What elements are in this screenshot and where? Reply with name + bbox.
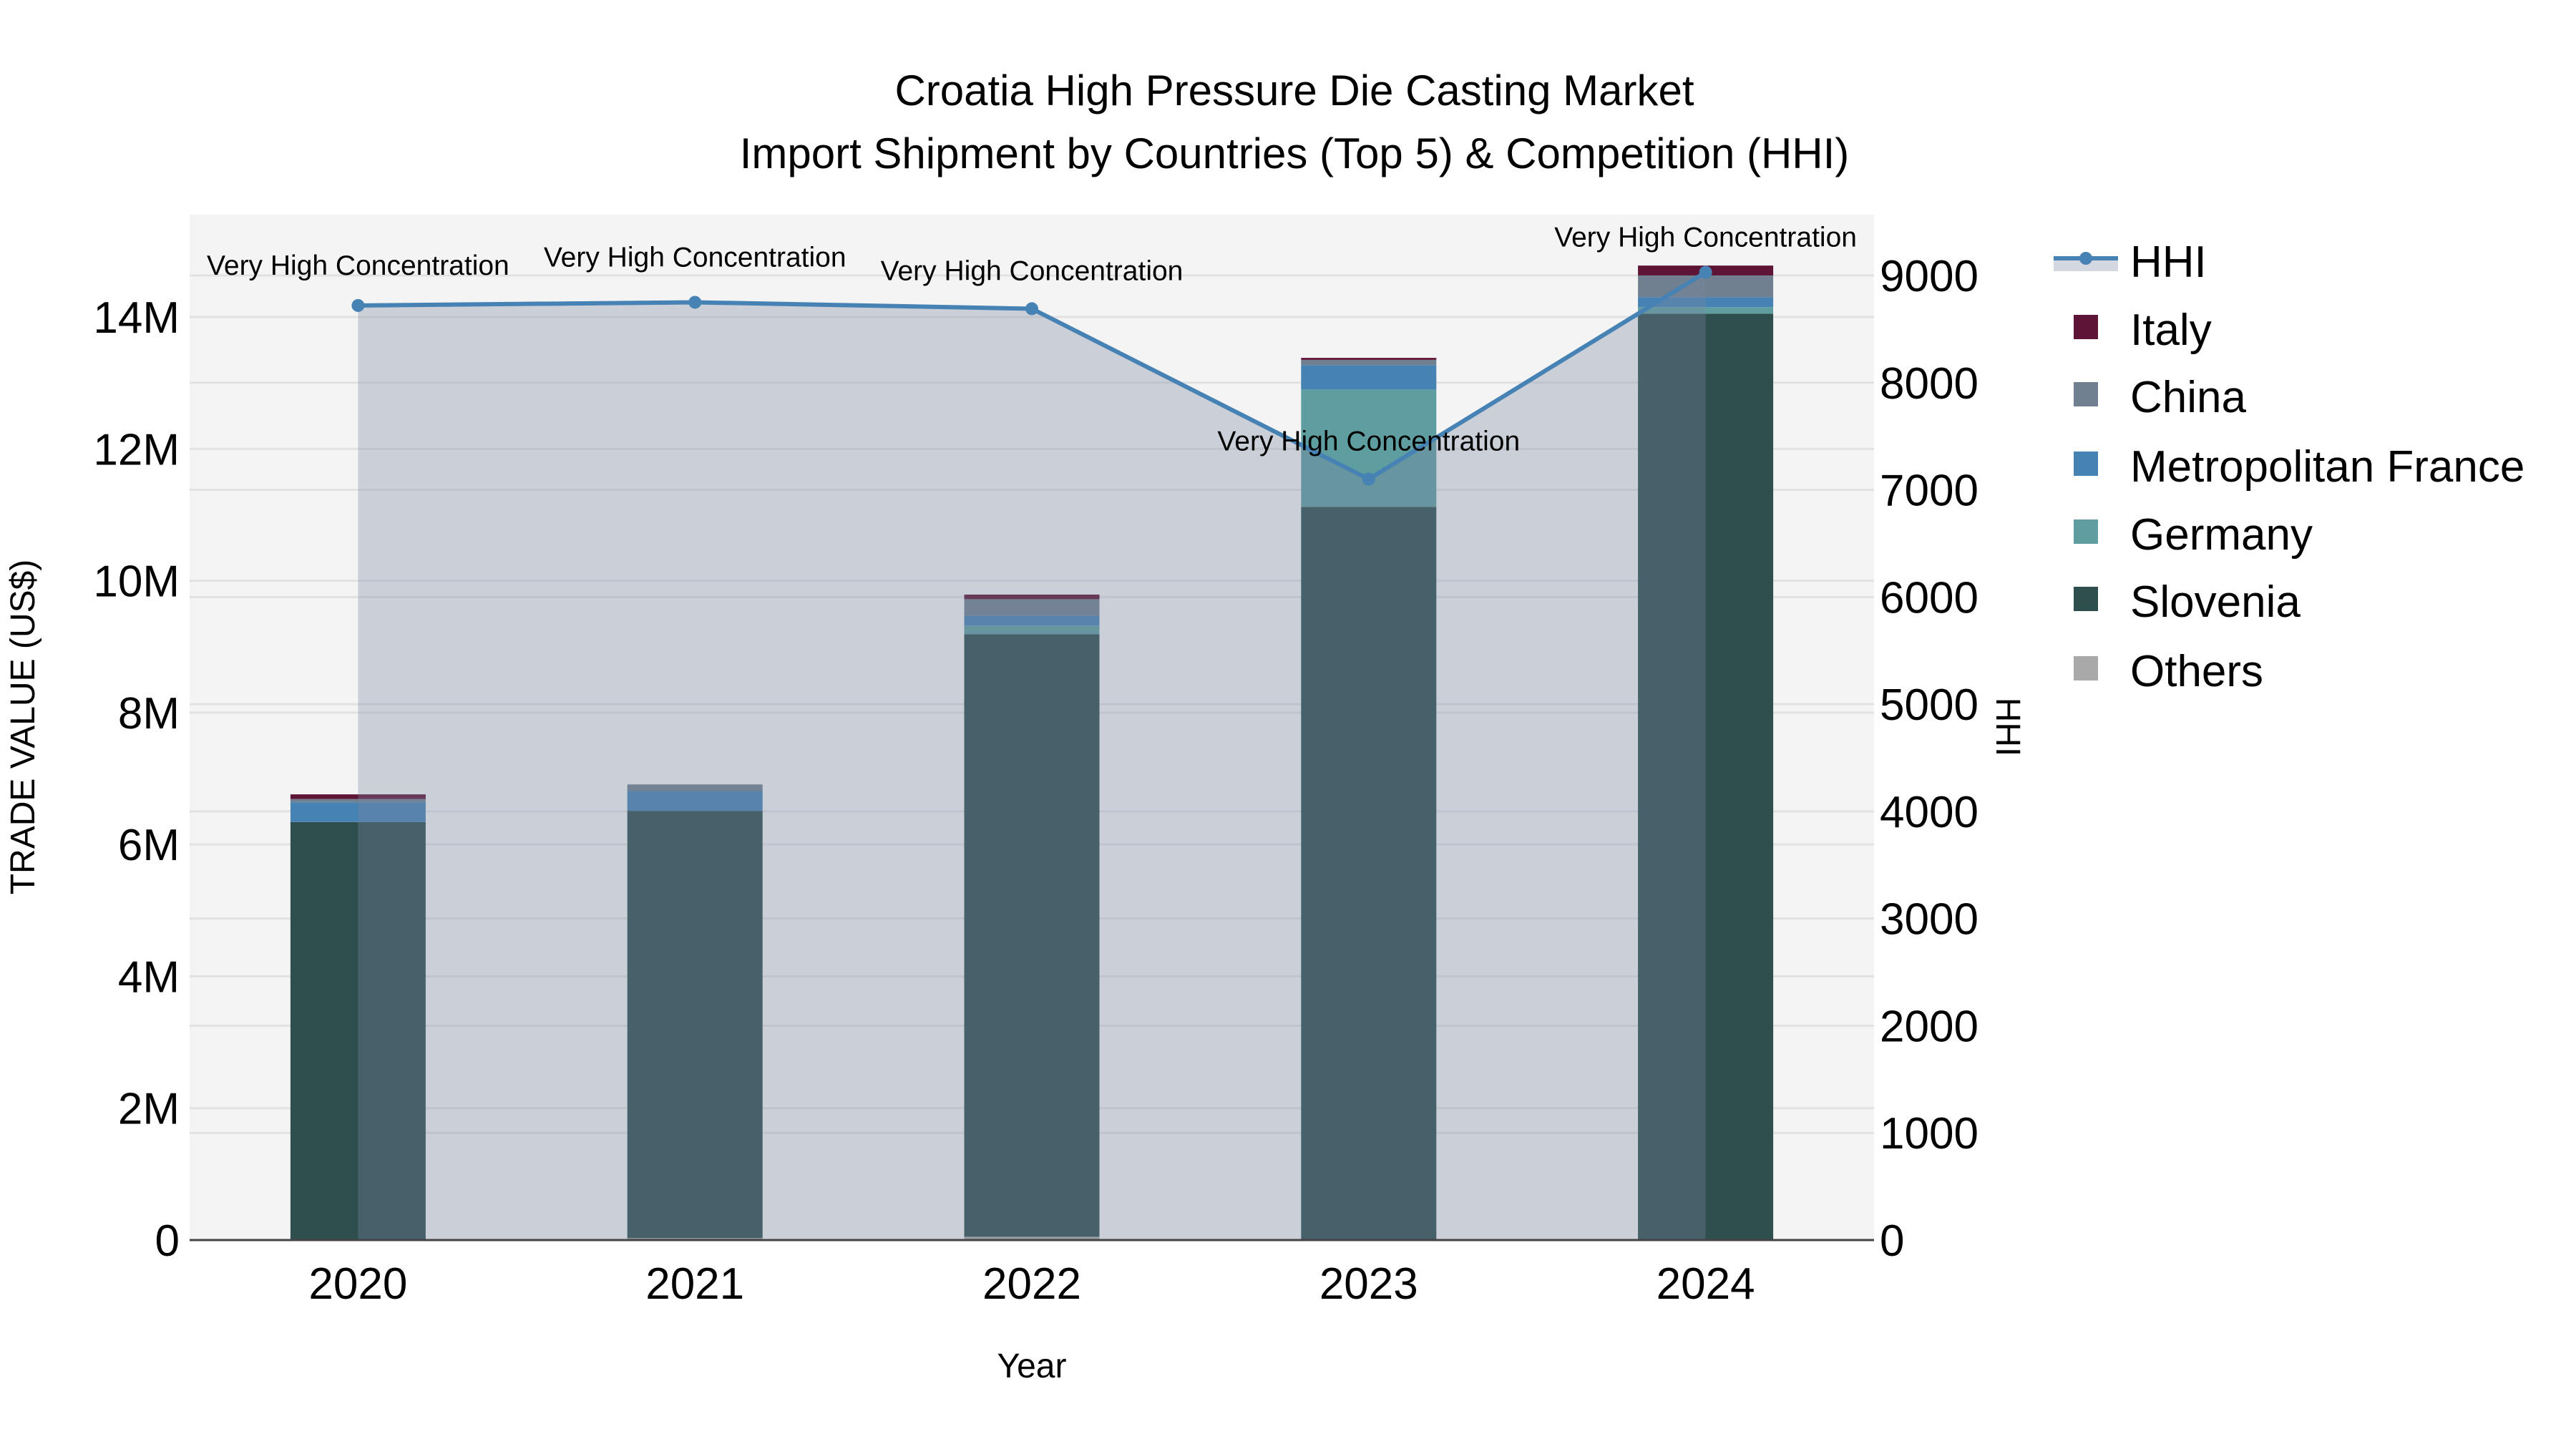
y2-tick-label: 2000 xyxy=(1880,1002,1979,1051)
hhi-point xyxy=(688,296,702,309)
y-tick-label: 10M xyxy=(93,557,180,607)
x-tick-label: 2020 xyxy=(308,1259,407,1309)
chart-subtitle: Import Shipment by Countries (Top 5) & C… xyxy=(740,130,1850,177)
legend-label: Metropolitan France xyxy=(2130,442,2524,492)
legend-item-hhi: HHI xyxy=(2054,238,2207,287)
legend-label: Others xyxy=(2130,647,2263,696)
y2-tick-label: 8000 xyxy=(1880,359,1979,409)
y-tick-label: 2M xyxy=(118,1085,180,1134)
y-tick-label: 8M xyxy=(118,689,180,738)
hhi-annotation: Very High Concentration xyxy=(1217,426,1520,457)
y2-tick-label: 9000 xyxy=(1880,252,1979,301)
legend-label: Slovenia xyxy=(2130,577,2301,627)
y2-tick-label: 5000 xyxy=(1880,680,1979,730)
y2-tick-label: 4000 xyxy=(1880,788,1979,837)
legend-label: Germany xyxy=(2130,510,2313,560)
bar-china-2023 xyxy=(1301,359,1437,366)
y2-tick-label: 1000 xyxy=(1880,1109,1979,1158)
x-tick-label: 2021 xyxy=(645,1259,744,1309)
y-tick-label: 12M xyxy=(93,425,180,474)
legend-swatch xyxy=(2074,587,2098,611)
x-axis-ticks: 2020 2021 2022 2023 2024 xyxy=(308,1259,1755,1309)
y2-axis-ticks: 0 1000 2000 3000 4000 5000 6000 7000 8000 9000 xyxy=(1880,252,1979,1266)
legend-swatch xyxy=(2074,382,2098,406)
legend-label: China xyxy=(2130,373,2247,422)
chart-title: Croatia High Pressure Die Casting Market xyxy=(894,67,1694,114)
y-axis-title: TRADE VALUE (US$) xyxy=(4,560,42,895)
legend-swatch xyxy=(2074,656,2098,680)
y2-axis-title: HHI xyxy=(1989,698,2026,757)
x-axis-title: Year xyxy=(997,1347,1067,1385)
x-tick-label: 2024 xyxy=(1657,1259,1755,1309)
hhi-point xyxy=(1699,265,1712,279)
legend-item-metropolitan-france: Metropolitan France xyxy=(2074,442,2524,492)
x-tick-label: 2023 xyxy=(1319,1259,1418,1309)
x-tick-label: 2022 xyxy=(982,1259,1081,1309)
y-tick-label: 0 xyxy=(155,1216,180,1266)
hhi-point xyxy=(1025,302,1038,316)
legend-item-china: China xyxy=(2074,373,2247,422)
hhi-annotation: Very High Concentration xyxy=(1554,223,1857,253)
y2-tick-label: 3000 xyxy=(1880,895,1979,945)
legend-swatch xyxy=(2074,519,2098,544)
hhi-series: Very High Concentration Very High Concent… xyxy=(207,223,1857,1241)
y2-tick-label: 0 xyxy=(1880,1216,1904,1266)
legend-swatch xyxy=(2074,315,2098,339)
hhi-annotation: Very High Concentration xyxy=(207,250,509,281)
legend: HHI Italy China Metropolitan France Germany S… xyxy=(2054,238,2524,696)
hhi-point xyxy=(351,298,365,312)
y-tick-label: 14M xyxy=(93,293,180,343)
legend-label: HHI xyxy=(2130,238,2207,287)
hhi-area xyxy=(358,272,1706,1241)
bar-italy-2023 xyxy=(1301,358,1437,360)
y2-tick-label: 6000 xyxy=(1880,573,1979,623)
legend-swatch xyxy=(2074,452,2098,476)
legend-item-others: Others xyxy=(2074,647,2263,696)
hhi-annotation: Very High Concentration xyxy=(881,255,1184,286)
legend-label: Italy xyxy=(2130,306,2212,355)
y-tick-label: 6M xyxy=(118,821,180,870)
y-axis-ticks: 0 2M 4M 6M 8M 10M 12M 14M xyxy=(93,293,180,1266)
chart: Very High Concentration Very High Concent… xyxy=(4,67,2524,1385)
hhi-annotation: Very High Concentration xyxy=(544,242,847,273)
legend-item-italy: Italy xyxy=(2074,306,2212,355)
y-tick-label: 4M xyxy=(118,952,180,1002)
y2-tick-label: 7000 xyxy=(1880,467,1979,516)
legend-item-germany: Germany xyxy=(2074,510,2313,560)
hhi-point xyxy=(1362,472,1375,486)
bar-metropolitan-france-2023 xyxy=(1301,365,1437,390)
legend-item-slovenia: Slovenia xyxy=(2074,577,2301,627)
legend-hhi-marker xyxy=(2079,252,2092,265)
